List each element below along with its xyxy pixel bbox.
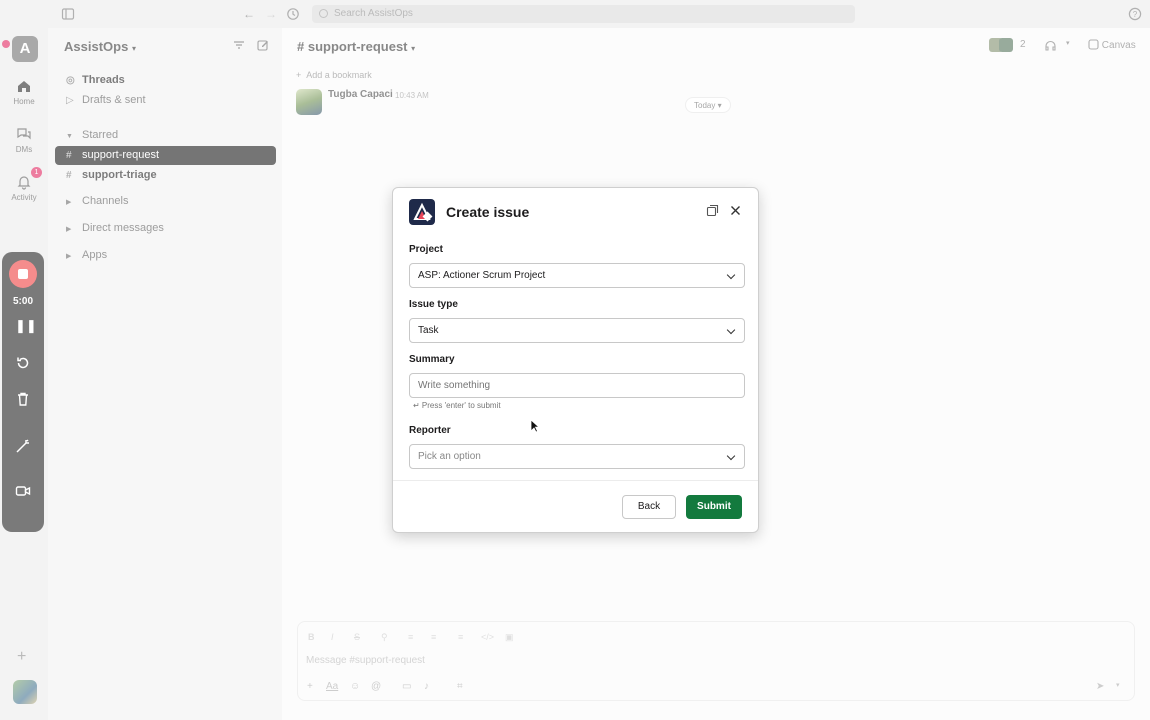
reporter-select[interactable]: Pick an option — [409, 444, 745, 469]
create-issue-dialog: Create issue Project ASP: Actioner Scrum… — [392, 187, 759, 533]
issue-type-select[interactable]: Task — [409, 318, 745, 343]
summary-label: Summary — [409, 354, 455, 365]
reporter-label: Reporter — [409, 425, 451, 436]
submit-button[interactable]: Submit — [686, 495, 742, 519]
summary-input[interactable] — [409, 373, 745, 398]
open-in-new-window-icon[interactable] — [705, 204, 719, 218]
chevron-down-icon — [726, 270, 736, 280]
project-label: Project — [409, 244, 443, 255]
dialog-title: Create issue — [446, 204, 530, 220]
back-button[interactable]: Back — [622, 495, 676, 519]
close-icon[interactable] — [728, 204, 742, 218]
dialog-divider — [393, 480, 758, 481]
mouse-cursor-icon — [530, 419, 540, 433]
submit-hint: ↵ Press 'enter' to submit — [413, 401, 501, 410]
actioner-app-logo — [409, 199, 435, 225]
chevron-down-icon — [726, 325, 736, 335]
project-select[interactable]: ASP: Actioner Scrum Project — [409, 263, 745, 288]
issue-type-label: Issue type — [409, 299, 458, 310]
chevron-down-icon — [726, 451, 736, 461]
